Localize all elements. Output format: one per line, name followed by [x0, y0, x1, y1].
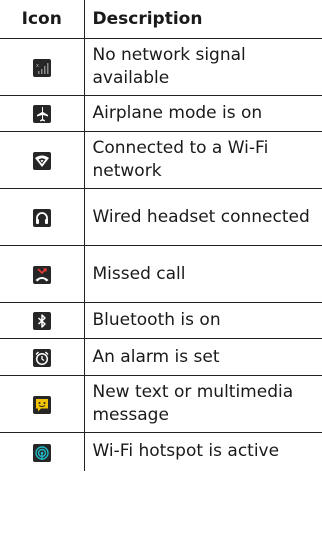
- row-description: Connected to a Wi-Fi network: [84, 131, 322, 189]
- table-row: Connected to a Wi-Fi network: [0, 131, 322, 189]
- header-icon: Icon: [0, 0, 85, 39]
- table-row: Wi-Fi hotspot is active: [0, 432, 322, 471]
- row-description: Bluetooth is on: [84, 302, 322, 339]
- table-row: An alarm is set: [0, 338, 322, 376]
- missed-call-icon: [32, 265, 51, 284]
- status-icons-table: Icon Description x No network signal ava…: [0, 0, 322, 471]
- row-description: An alarm is set: [84, 338, 322, 376]
- row-description: Wired headset connected: [84, 188, 322, 246]
- table-row: New text or multimedia message: [0, 375, 322, 433]
- table-header-row: Icon Description: [0, 0, 322, 39]
- headset-icon: [32, 208, 51, 227]
- row-description: Missed call: [84, 245, 322, 303]
- svg-text:x: x: [36, 63, 39, 69]
- table-row: Wired headset connected: [0, 188, 322, 246]
- header-description: Description: [84, 0, 322, 39]
- wifi-icon: [32, 151, 51, 170]
- table-row: Bluetooth is on: [0, 302, 322, 339]
- bluetooth-icon: [32, 312, 51, 331]
- row-description: New text or multimedia message: [84, 375, 322, 433]
- table-row: x No network signal available: [0, 38, 322, 96]
- row-description: Airplane mode is on: [84, 95, 322, 132]
- table-row: Missed call: [0, 245, 322, 303]
- alarm-icon: [32, 348, 51, 367]
- message-icon: [32, 395, 51, 414]
- row-description: Wi-Fi hotspot is active: [92, 441, 280, 462]
- hotspot-icon: [32, 443, 51, 462]
- row-description: No network signal available: [84, 38, 322, 96]
- table-row: Airplane mode is on: [0, 95, 322, 132]
- airplane-icon: [32, 105, 51, 124]
- no-signal-icon: x: [32, 58, 51, 77]
